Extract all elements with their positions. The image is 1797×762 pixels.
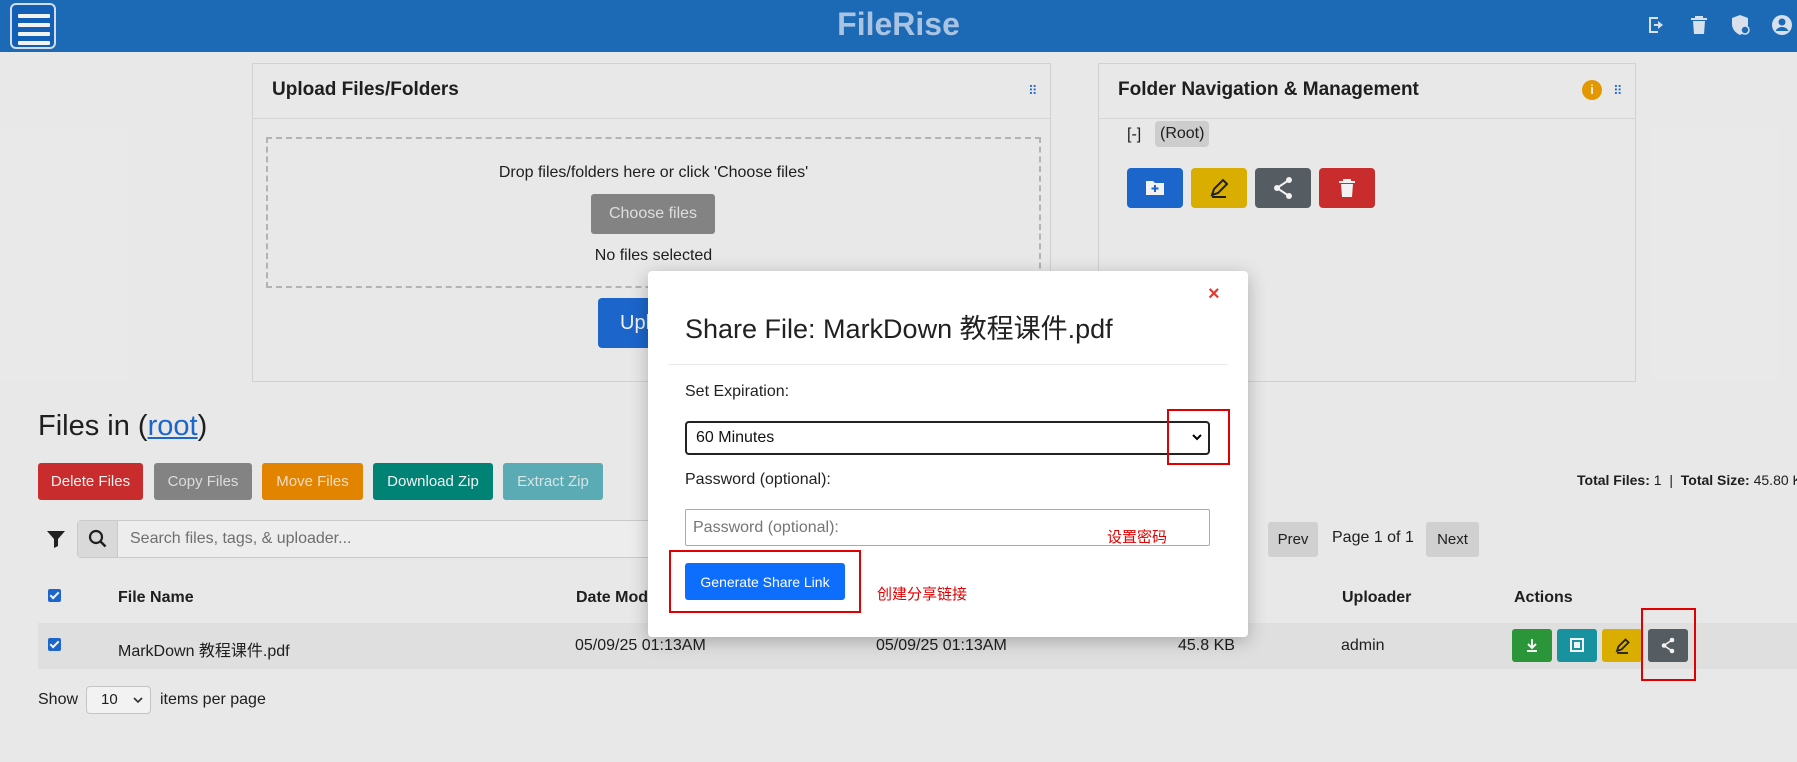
expiration-select[interactable]: 60 Minutes bbox=[685, 421, 1210, 455]
annotation-box-share bbox=[1641, 608, 1696, 681]
modal-title: Share File: MarkDown 教程课件.pdf bbox=[685, 314, 1113, 344]
password-label: Password (optional): bbox=[685, 471, 831, 488]
annotation-box-generate bbox=[669, 550, 861, 613]
annotation-box-expiration bbox=[1167, 409, 1230, 465]
annotation-generate-note: 创建分享链接 bbox=[877, 586, 968, 603]
close-icon[interactable]: × bbox=[1208, 283, 1220, 306]
expiration-label: Set Expiration: bbox=[685, 383, 790, 400]
annotation-password-note: 设置密码 bbox=[1107, 529, 1168, 546]
